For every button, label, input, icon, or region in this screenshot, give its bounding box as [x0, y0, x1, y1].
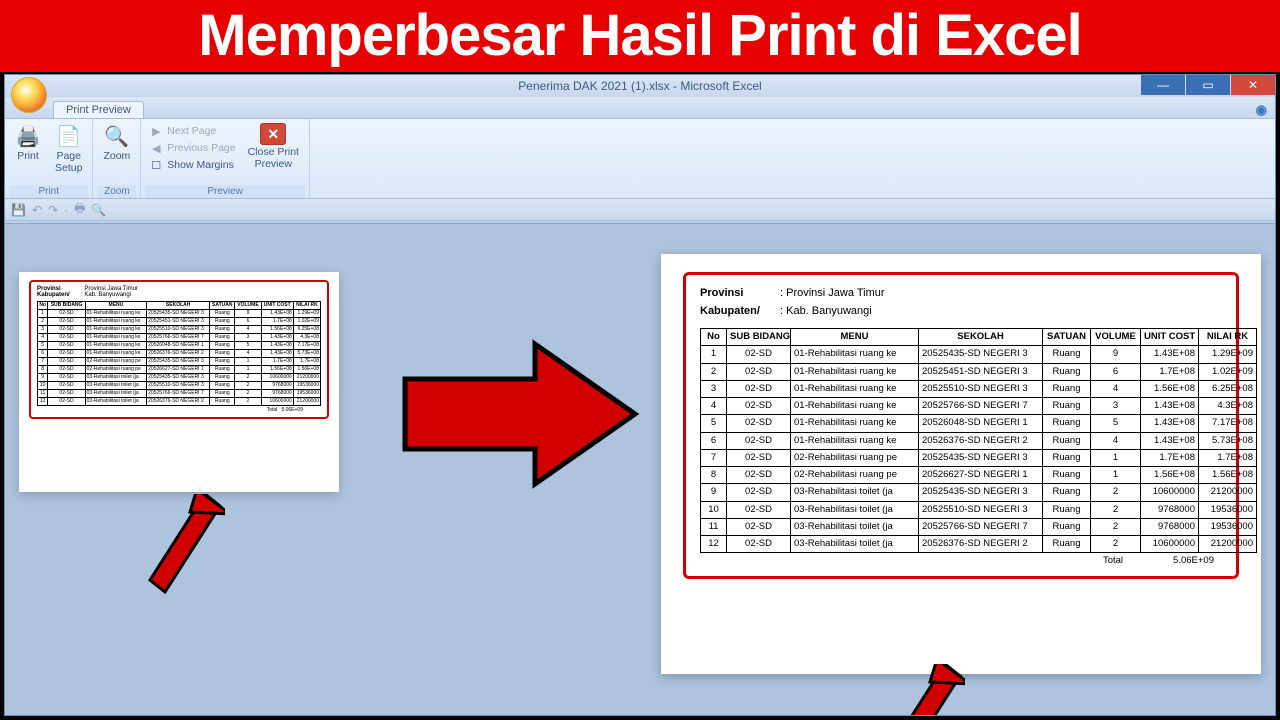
table-row: 102-SD01-Rehabilitasi ruang ke20525435-S…: [38, 310, 321, 318]
col-header: UNIT COST: [1141, 329, 1199, 346]
close-icon: ✕: [260, 123, 286, 145]
table-row: 702-SD02-Rehabilitasi ruang pe20525435-S…: [38, 358, 321, 366]
table-row: 1002-SD03-Rehabilitasi toilet (ja2052551…: [38, 382, 321, 390]
col-header: SUB BIDANG: [727, 329, 791, 346]
preview-page-large: Provinsi: Provinsi Jawa Timur Kabupaten/…: [661, 254, 1261, 674]
data-table-small: NoSUB BIDANGMENUSEKOLAHSATUANVOLUMEUNIT …: [37, 301, 321, 406]
qat-preview-icon[interactable]: 🔍: [91, 203, 106, 217]
col-header: MENU: [85, 302, 147, 310]
col-header: UNIT COST: [261, 302, 293, 310]
table-row: 202-SD01-Rehabilitasi ruang ke20525451-S…: [38, 318, 321, 326]
table-row: 602-SD01-Rehabilitasi ruang ke20526376-S…: [701, 432, 1257, 449]
preview-workspace[interactable]: Provinsi: Provinsi Jawa Timur Kabupaten/…: [5, 223, 1275, 715]
table-row: 402-SD01-Rehabilitasi ruang ke20525766-S…: [701, 398, 1257, 415]
table-row: 1102-SD03-Rehabilitasi toilet (ja2052576…: [38, 390, 321, 398]
table-row: 302-SD01-Rehabilitasi ruang ke20525510-S…: [38, 326, 321, 334]
close-print-preview-button[interactable]: ✕ Close Print Preview: [242, 121, 305, 172]
data-table-large: NoSUB BIDANGMENUSEKOLAHSATUANVOLUMEUNIT …: [700, 328, 1257, 553]
ribbon-group-zoom: 🔍 Zoom Zoom: [93, 119, 141, 198]
quick-access-toolbar: 💾 ↶ ↷ · 🖶 🔍: [5, 199, 1275, 221]
table-row: 702-SD02-Rehabilitasi ruang pe20525435-S…: [701, 449, 1257, 466]
table-row: 902-SD03-Rehabilitasi toilet (ja20525435…: [701, 484, 1257, 501]
table-row: 402-SD01-Rehabilitasi ruang ke20525766-S…: [38, 334, 321, 342]
col-header: SEKOLAH: [147, 302, 210, 310]
close-button[interactable]: ✕: [1231, 75, 1275, 95]
zoom-icon: 🔍: [104, 123, 130, 149]
col-header: NILAI RK: [1199, 329, 1257, 346]
office-button[interactable]: [11, 77, 47, 113]
col-header: VOLUME: [235, 302, 261, 310]
qat-redo-icon[interactable]: ↷: [48, 203, 58, 217]
col-header: SUB BIDANG: [48, 302, 85, 310]
ribbon-group-print: 🖨️ Print 📄 Page Setup Print: [5, 119, 93, 198]
page-setup-icon: 📄: [56, 123, 82, 149]
zoom-button[interactable]: 🔍 Zoom: [97, 121, 136, 165]
table-row: 1002-SD03-Rehabilitasi toilet (ja2052551…: [701, 501, 1257, 518]
col-header: No: [701, 329, 727, 346]
titlebar: Penerima DAK 2021 (1).xlsx - Microsoft E…: [5, 75, 1275, 97]
print-button[interactable]: 🖨️ Print: [9, 121, 47, 165]
next-page-icon: ▶: [149, 124, 163, 138]
group-label-print: Print: [9, 185, 88, 198]
col-header: SATUAN: [1043, 329, 1091, 346]
prev-page-icon: ◀: [149, 141, 163, 155]
page-setup-button[interactable]: 📄 Page Setup: [49, 121, 88, 176]
qat-print-icon[interactable]: 🖶: [74, 199, 85, 220]
table-row: 802-SD02-Rehabilitasi ruang pe20526627-S…: [701, 467, 1257, 484]
table-row: 1202-SD03-Rehabilitasi toilet (ja2052637…: [38, 398, 321, 406]
qat-save-icon[interactable]: 💾: [11, 203, 26, 217]
next-page-button[interactable]: ▶Next Page: [145, 123, 239, 139]
table-row: 502-SD01-Rehabilitasi ruang ke20526048-S…: [38, 342, 321, 350]
banner-title: Memperbesar Hasil Print di Excel: [0, 0, 1280, 72]
ribbon: 🖨️ Print 📄 Page Setup Print 🔍 Zoom Zoom: [5, 119, 1275, 199]
col-header: SEKOLAH: [919, 329, 1043, 346]
table-row: 1202-SD03-Rehabilitasi toilet (ja2052637…: [701, 536, 1257, 553]
printer-icon: 🖨️: [15, 123, 41, 149]
minimize-button[interactable]: —: [1141, 75, 1185, 95]
table-row: 102-SD01-Rehabilitasi ruang ke20525435-S…: [701, 346, 1257, 363]
tab-print-preview[interactable]: Print Preview: [53, 101, 144, 118]
window-title: Penerima DAK 2021 (1).xlsx - Microsoft E…: [518, 79, 761, 93]
table-row: 902-SD03-Rehabilitasi toilet (ja20525435…: [38, 374, 321, 382]
col-header: VOLUME: [1091, 329, 1141, 346]
previous-page-button[interactable]: ◀Previous Page: [145, 140, 239, 156]
col-header: SATUAN: [210, 302, 235, 310]
help-icon[interactable]: ◉: [1256, 102, 1267, 118]
maximize-button[interactable]: ▭: [1186, 75, 1230, 95]
table-row: 502-SD01-Rehabilitasi ruang ke20526048-S…: [701, 415, 1257, 432]
group-label-zoom: Zoom: [97, 185, 136, 198]
col-header: No: [38, 302, 48, 310]
table-row: 302-SD01-Rehabilitasi ruang ke20525510-S…: [701, 380, 1257, 397]
pointer-arrow-right: [875, 664, 965, 715]
table-row: 602-SD01-Rehabilitasi ruang ke20526376-S…: [38, 350, 321, 358]
col-header: MENU: [791, 329, 919, 346]
table-row: 202-SD01-Rehabilitasi ruang ke20525451-S…: [701, 363, 1257, 380]
ribbon-group-preview: ▶Next Page ◀Previous Page ☐Show Margins …: [141, 119, 310, 198]
table-row: 1102-SD03-Rehabilitasi toilet (ja2052576…: [701, 518, 1257, 535]
big-arrow-icon: [385, 324, 645, 504]
table-row: 802-SD02-Rehabilitasi ruang pe20526627-S…: [38, 366, 321, 374]
col-header: NILAI RK: [293, 302, 320, 310]
show-margins-checkbox[interactable]: ☐Show Margins: [145, 157, 239, 173]
qat-undo-icon[interactable]: ↶: [32, 203, 42, 217]
excel-window: Penerima DAK 2021 (1).xlsx - Microsoft E…: [4, 74, 1276, 716]
ribbon-tabs: Print Preview ◉: [5, 97, 1275, 119]
pointer-arrow-left: [135, 494, 225, 594]
preview-page-small: Provinsi: Provinsi Jawa Timur Kabupaten/…: [19, 272, 339, 492]
checkbox-icon: ☐: [149, 158, 163, 172]
group-label-preview: Preview: [145, 185, 305, 198]
